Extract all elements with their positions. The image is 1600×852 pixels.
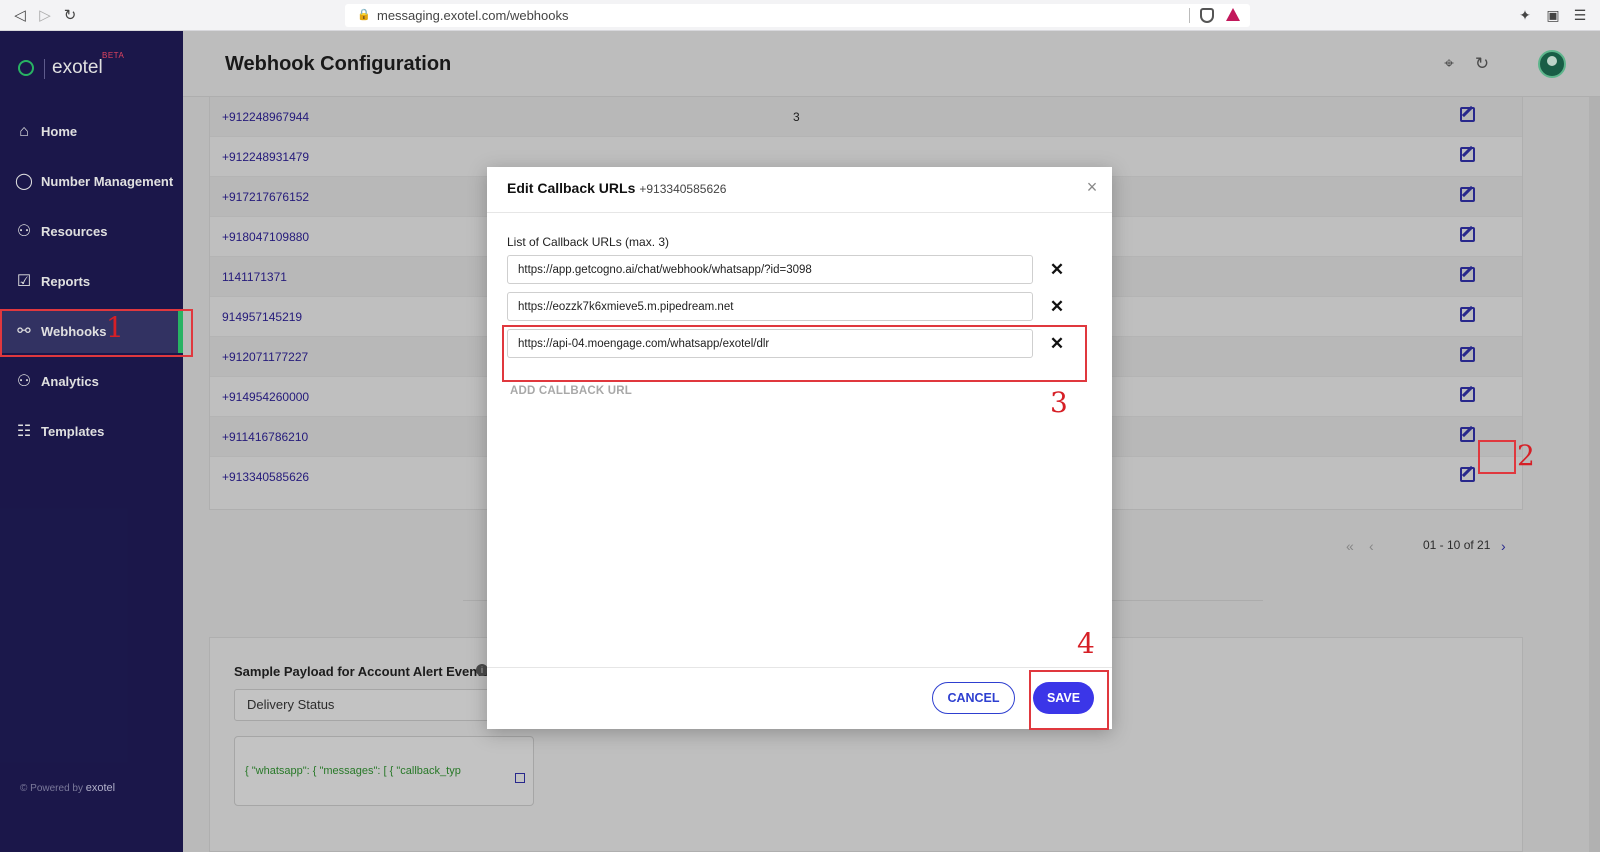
annotation-number: 1 [106, 311, 124, 344]
cancel-button[interactable]: CANCEL [932, 682, 1015, 714]
wallet-icon[interactable]: ▣ [1544, 6, 1562, 24]
callback-url-input-2[interactable] [507, 292, 1033, 321]
annotation-box-edit [1478, 440, 1516, 474]
remove-url-icon[interactable]: ✕ [1048, 261, 1066, 279]
address-text: messaging.exotel.com/webhooks [377, 8, 569, 23]
annotation-number: 3 [1050, 386, 1068, 419]
brave-shield-icon[interactable] [1200, 8, 1214, 23]
forward-icon[interactable]: ▷ [35, 6, 55, 26]
modal-footer: CANCEL SAVE [487, 667, 1112, 729]
annotation-box-url [502, 325, 1087, 382]
modal-title: Edit Callback URLs +913340585626 [507, 180, 726, 196]
callback-url-input-1[interactable] [507, 255, 1033, 284]
brave-rewards-icon[interactable] [1226, 8, 1240, 21]
edit-callback-modal: Edit Callback URLs +913340585626 × List o… [487, 167, 1112, 729]
modal-number: +913340585626 [639, 182, 727, 196]
lock-icon: 🔒 [357, 9, 371, 21]
annotation-box-webhooks [0, 309, 193, 357]
address-bar[interactable]: 🔒 messaging.exotel.com/webhooks [345, 4, 1250, 27]
back-icon[interactable]: ◁ [10, 6, 30, 26]
modal-title-text: Edit Callback URLs [507, 180, 636, 196]
close-icon[interactable]: × [1083, 178, 1101, 196]
annotation-number: 4 [1077, 627, 1095, 660]
callback-list-label: List of Callback URLs (max. 3) [507, 235, 670, 249]
add-callback-url-link[interactable]: ADD CALLBACK URL [510, 385, 632, 397]
modal-header: Edit Callback URLs +913340585626 × [487, 167, 1112, 213]
annotation-number: 2 [1517, 439, 1535, 472]
address-divider [1189, 8, 1190, 23]
menu-icon[interactable]: ☰ [1571, 6, 1589, 24]
browser-toolbar: ◁ ▷ ↻ 🔒 messaging.exotel.com/webhooks ✦ … [0, 0, 1600, 31]
extensions-icon[interactable]: ✦ [1516, 6, 1534, 24]
annotation-box-save [1029, 670, 1109, 730]
remove-url-icon[interactable]: ✕ [1048, 298, 1066, 316]
reload-icon[interactable]: ↻ [60, 6, 80, 26]
